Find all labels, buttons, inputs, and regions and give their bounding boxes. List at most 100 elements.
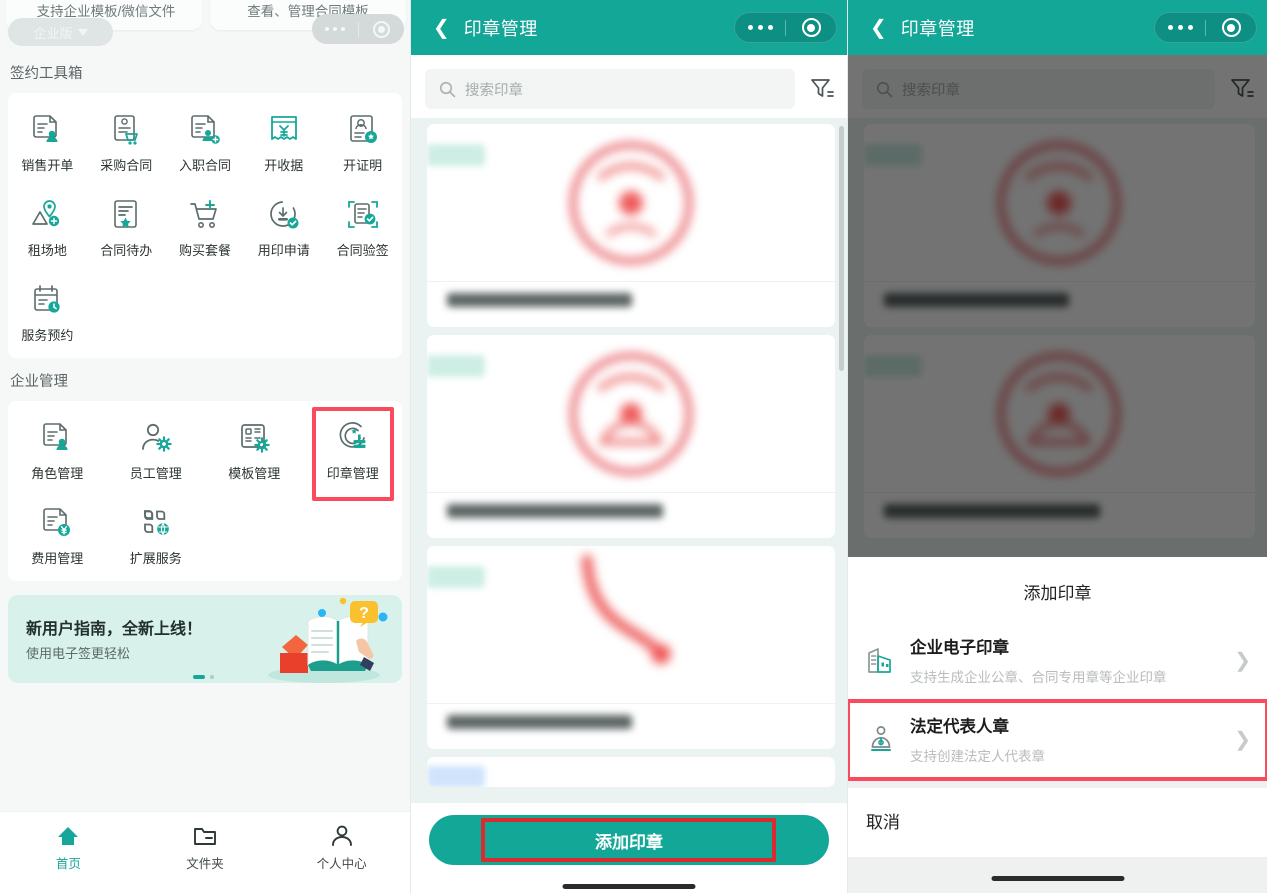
add-seal-sheet-panel: ❮ 印章管理 搜索印章 <box>847 0 1267 893</box>
enterprise-version-selector[interactable]: 企业版 <box>8 18 113 46</box>
manage-item-label: 角色管理 <box>31 466 84 481</box>
close-miniprogram-icon[interactable] <box>359 20 405 38</box>
seal-apply-icon <box>269 201 299 229</box>
tool-item-label: 租场地 <box>27 243 67 258</box>
page-title: 印章管理 <box>463 18 538 39</box>
wechat-capsule-menu[interactable] <box>312 14 404 44</box>
manage-item-seal[interactable]: 印章管理 <box>304 415 403 486</box>
contract-verify-icon <box>347 201 378 228</box>
sheet-option-company-seal[interactable]: 企业电子印章 支持生成企业公章、合同专用章等企业印章 ❯ <box>848 622 1267 700</box>
promo-illustration: ? <box>268 597 388 683</box>
legal-person-icon <box>871 726 891 751</box>
screenshot-stage: 支持企业模板/微信文件 查看、管理合同模板 企业版 签约工具箱 销售开单 采购合… <box>0 0 1267 893</box>
sheet-option-texts: 企业电子印章 支持生成企业公章、合同专用章等企业印章 <box>910 634 1220 686</box>
tool-item-onboarding-contract[interactable]: 入职合同 <box>166 107 245 178</box>
wechat-capsule-menu[interactable] <box>734 12 837 43</box>
tool-item-buy-package[interactable]: 购买套餐 <box>166 192 245 263</box>
back-chevron-icon[interactable]: ❮ <box>433 18 450 38</box>
tool-item-receipt[interactable]: 开收据 <box>244 107 323 178</box>
sheet-option-subtitle: 支持生成企业公章、合同专用章等企业印章 <box>910 670 1167 685</box>
tool-item-sales-invoice[interactable]: 销售开单 <box>8 107 87 178</box>
page-title: 印章管理 <box>900 18 975 39</box>
tool-item-certificate[interactable]: 开证明 <box>323 107 402 178</box>
manage-item-label: 费用管理 <box>31 551 84 566</box>
sheet-title: 添加印章 <box>1023 584 1092 603</box>
more-icon[interactable] <box>735 25 785 30</box>
service-booking-icon <box>34 285 60 313</box>
staff-manage-icon <box>141 423 172 452</box>
search-input[interactable]: 搜索印章 <box>425 69 795 109</box>
buy-package-icon <box>190 200 217 228</box>
tool-item-label: 服务预约 <box>21 328 74 343</box>
tool-item-service-booking[interactable]: 服务预约 <box>8 277 87 348</box>
seal-search-bar: 搜索印章 <box>411 55 847 123</box>
folder-icon <box>194 827 216 845</box>
tool-item-venue-rental[interactable]: 租场地 <box>8 192 87 263</box>
seal-card-list[interactable] <box>411 118 847 803</box>
tool-item-label: 入职合同 <box>178 158 231 173</box>
add-seal-button[interactable]: 添加印章 <box>429 815 829 865</box>
tab-profile[interactable]: 个人中心 <box>273 824 410 872</box>
status-badge <box>427 144 485 166</box>
more-icon[interactable] <box>1155 25 1205 30</box>
more-icon[interactable] <box>312 27 358 31</box>
section-title-toolbox: 签约工具箱 <box>10 66 83 82</box>
manage-item-template[interactable]: 模板管理 <box>205 415 304 486</box>
section-title-enterprise: 企业管理 <box>10 374 68 390</box>
bottom-tab-bar: 首页 文件夹 个人中心 <box>0 811 410 893</box>
promo-pagination-dots[interactable] <box>193 675 214 679</box>
tab-folder[interactable]: 文件夹 <box>137 824 274 872</box>
manage-item-fee[interactable]: 费用管理 <box>8 500 107 571</box>
home-indicator <box>991 876 1124 881</box>
seal-list-navbar: ❮ 印章管理 <box>848 0 1267 55</box>
home-screen-panel: 支持企业模板/微信文件 查看、管理合同模板 企业版 签约工具箱 销售开单 采购合… <box>0 0 410 893</box>
seal-card[interactable] <box>427 335 835 538</box>
tool-item-seal-apply[interactable]: 用印申请 <box>244 192 323 263</box>
manage-item-extension[interactable]: 扩展服务 <box>107 500 206 571</box>
back-chevron-icon[interactable]: ❮ <box>870 18 887 38</box>
onboarding-contract-icon <box>191 115 220 144</box>
fee-manage-icon <box>43 508 71 536</box>
close-miniprogram-icon[interactable] <box>1206 18 1256 37</box>
seal-manage-icon <box>339 422 366 448</box>
promo-banner[interactable]: 新用户指南，全新上线！ 使用电子签更轻松 ? <box>8 595 402 683</box>
extension-service-icon <box>143 510 169 535</box>
tool-item-contract-verify[interactable]: 合同验签 <box>323 192 402 263</box>
enterprise-grid-card: 角色管理 员工管理 模板管理 印章管理 费用管理 扩展服务 <box>8 401 402 581</box>
chevron-right-icon: ❯ <box>1234 728 1251 751</box>
promo-subtitle: 使用电子签更轻松 <box>26 646 131 661</box>
promo-title: 新用户指南，全新上线！ <box>26 621 203 638</box>
status-badge <box>427 766 485 787</box>
home-top-strip: 支持企业模板/微信文件 查看、管理合同模板 企业版 <box>0 0 410 50</box>
tool-item-label: 用印申请 <box>257 243 310 258</box>
chevron-right-icon: ❯ <box>1234 649 1251 672</box>
filter-icon[interactable] <box>809 76 835 102</box>
handwritten-signature <box>581 554 671 664</box>
sheet-option-legal-person-seal[interactable]: 法定代表人章 支持创建法定人代表章 ❯ <box>848 699 1267 781</box>
enterprise-version-label: 企业版 <box>33 25 73 41</box>
list-scrollbar[interactable] <box>839 126 844 371</box>
sheet-cancel-button[interactable]: 取消 <box>848 788 1267 857</box>
seal-card[interactable] <box>427 757 835 787</box>
round-company-seal <box>569 141 692 264</box>
seal-card[interactable] <box>427 124 835 327</box>
seal-card[interactable] <box>427 546 835 749</box>
close-miniprogram-icon[interactable] <box>786 18 836 37</box>
tab-home[interactable]: 首页 <box>0 824 137 872</box>
tool-item-label: 销售开单 <box>21 158 74 173</box>
tool-item-purchase-contract[interactable]: 采购合同 <box>87 107 166 178</box>
tool-item-label: 开证明 <box>343 158 383 173</box>
manage-item-label: 员工管理 <box>129 466 182 481</box>
company-building-icon <box>868 648 891 673</box>
certificate-icon <box>349 115 377 143</box>
tool-item-contract-todo[interactable]: 合同待办 <box>87 192 166 263</box>
manage-item-staff[interactable]: 员工管理 <box>107 415 206 486</box>
chevron-down-icon <box>77 28 88 36</box>
seal-name <box>447 504 663 518</box>
person-icon <box>331 825 352 846</box>
tool-item-label: 合同验签 <box>336 243 389 258</box>
manage-item-role[interactable]: 角色管理 <box>8 415 107 486</box>
wechat-capsule-menu[interactable] <box>1154 12 1257 43</box>
sheet-gap <box>848 779 1267 788</box>
enterprise-grid: 角色管理 员工管理 模板管理 印章管理 费用管理 扩展服务 <box>8 415 402 571</box>
